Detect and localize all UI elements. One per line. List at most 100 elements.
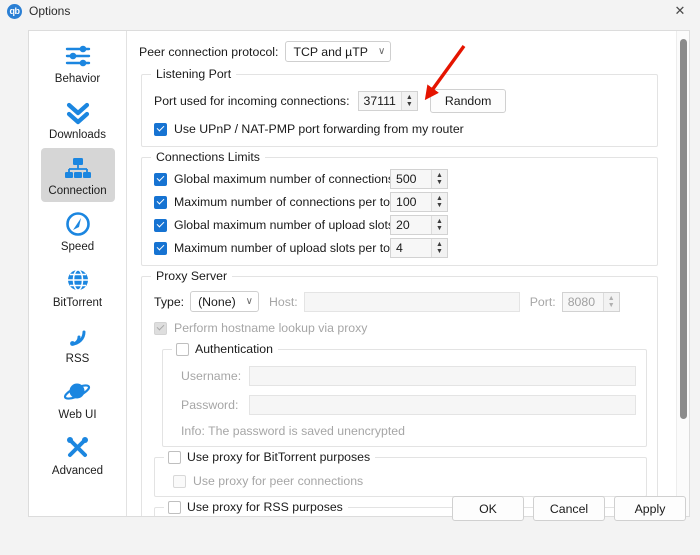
hostname-lookup-label: Perform hostname lookup via proxy — [174, 321, 368, 335]
sidebar-item-speed[interactable]: Speed — [41, 204, 115, 258]
title-bar: qb Options ✕ — [0, 0, 700, 22]
arrow-up-icon[interactable]: ▲ — [406, 94, 413, 101]
sidebar-item-label: Advanced — [51, 465, 104, 477]
speedometer-icon — [41, 209, 115, 239]
stepper-arrows[interactable]: ▲ ▼ — [602, 292, 619, 311]
sidebar-item-label: Web UI — [58, 409, 97, 421]
max-connections-per-torrent-stepper[interactable]: 100 ▲ ▼ — [390, 192, 448, 212]
authentication-checkbox[interactable] — [176, 342, 189, 356]
proxy-bittorrent-checkbox[interactable] — [168, 450, 181, 464]
proxy-type-select[interactable]: (None) ∨ — [190, 291, 259, 312]
sidebar-item-bittorrent[interactable]: BitTorrent — [41, 260, 115, 314]
username-input[interactable] — [249, 366, 636, 386]
sidebar-item-label: Connection — [48, 185, 107, 197]
cancel-button[interactable]: Cancel — [533, 496, 605, 521]
sidebar-item-webui[interactable]: Web UI — [41, 372, 115, 426]
scrollbar-thumb[interactable] — [680, 39, 687, 419]
hostname-lookup-checkbox[interactable] — [154, 321, 167, 335]
max-connections-per-torrent-checkbox[interactable] — [154, 195, 167, 209]
password-info-text: Info: The password is saved unencrypted — [181, 424, 405, 438]
hostname-lookup-row[interactable]: Perform hostname lookup via proxy — [154, 321, 647, 335]
arrow-up-icon[interactable]: ▲ — [436, 172, 443, 179]
global-max-connections-checkbox[interactable] — [154, 172, 167, 186]
global-max-connections-stepper[interactable]: 500 ▲ ▼ — [390, 169, 448, 189]
planet-icon — [41, 377, 115, 407]
proxy-rss-title[interactable]: Use proxy for RSS purposes — [164, 500, 348, 514]
tools-icon — [41, 433, 115, 463]
arrow-up-icon[interactable]: ▲ — [436, 195, 443, 202]
vertical-scrollbar[interactable] — [676, 31, 689, 516]
proxy-peer-connections-checkbox[interactable] — [173, 474, 186, 488]
proxy-bittorrent-title[interactable]: Use proxy for BitTorrent purposes — [164, 450, 376, 464]
stepper-arrows[interactable]: ▲ ▼ — [431, 170, 447, 188]
dialog-content: Behavior Downloads Connection Speed BitT… — [28, 30, 690, 517]
sidebar-item-downloads[interactable]: Downloads — [41, 92, 115, 146]
proxy-port-stepper[interactable]: 8080 ▲ ▼ — [561, 291, 620, 312]
proxy-port-label: Port: — [529, 294, 556, 309]
peer-protocol-label: Peer connection protocol: — [139, 44, 279, 59]
limit-row[interactable]: Maximum number of upload slots per torre… — [154, 238, 647, 258]
sidebar-item-behavior[interactable]: Behavior — [41, 36, 115, 90]
limit-row[interactable]: Maximum number of connections per torren… — [154, 192, 647, 212]
proxy-port-value[interactable]: 8080 — [562, 292, 603, 311]
proxy-type-row: Type: (None) ∨ Host: Port: 8080 ▲ ▼ — [154, 291, 647, 312]
proxy-peer-connections-row[interactable]: Use proxy for peer connections — [173, 474, 636, 488]
chevron-down-icon: ∨ — [377, 46, 386, 57]
arrow-up-icon[interactable]: ▲ — [436, 241, 443, 248]
close-icon[interactable]: ✕ — [660, 0, 700, 22]
max-connections-per-torrent-value[interactable]: 100 — [391, 193, 431, 211]
sidebar-item-rss[interactable]: RSS — [41, 316, 115, 370]
max-upload-slots-per-torrent-value[interactable]: 4 — [391, 239, 431, 257]
max-upload-slots-per-torrent-checkbox[interactable] — [154, 241, 167, 255]
global-max-upload-slots-checkbox[interactable] — [154, 218, 167, 232]
authentication-title[interactable]: Authentication — [172, 342, 278, 356]
connections-limits-group: Connections Limits Global maximum number… — [141, 150, 658, 266]
stepper-arrows[interactable]: ▲ ▼ — [431, 216, 447, 234]
arrow-down-icon[interactable]: ▼ — [436, 225, 443, 232]
arrow-down-icon[interactable]: ▼ — [436, 248, 443, 255]
ok-button[interactable]: OK — [452, 496, 524, 521]
connections-limits-title: Connections Limits — [151, 150, 265, 164]
arrow-down-icon[interactable]: ▼ — [436, 179, 443, 186]
proxy-server-group: Proxy Server Type: (None) ∨ Host: Port: … — [141, 269, 658, 516]
arrow-up-icon[interactable]: ▲ — [436, 218, 443, 225]
password-input[interactable] — [249, 395, 636, 415]
arrow-down-icon[interactable]: ▼ — [436, 202, 443, 209]
connection-settings-pane: Peer connection protocol: TCP and µTP ∨ … — [127, 31, 672, 516]
global-max-connections-label: Global maximum number of connections: — [174, 172, 398, 186]
arrow-down-icon[interactable]: ▼ — [608, 302, 615, 309]
global-max-upload-slots-stepper[interactable]: 20 ▲ ▼ — [390, 215, 448, 235]
proxy-host-input[interactable] — [303, 291, 520, 312]
upnp-checkbox[interactable] — [154, 122, 167, 136]
sidebar-item-label: Behavior — [54, 73, 101, 85]
authentication-group: Authentication Username: Password: Info:… — [162, 342, 647, 447]
stepper-arrows[interactable]: ▲ ▼ — [431, 193, 447, 211]
upnp-row[interactable]: Use UPnP / NAT-PMP port forwarding from … — [154, 122, 647, 136]
qbittorrent-logo-icon: qb — [7, 3, 22, 19]
proxy-host-label: Host: — [269, 294, 298, 309]
incoming-port-stepper[interactable]: 37111 ▲ ▼ — [357, 91, 418, 111]
arrow-down-icon[interactable]: ▼ — [406, 101, 413, 108]
sidebar-item-label: Speed — [60, 241, 95, 253]
peer-protocol-select[interactable]: TCP and µTP ∨ — [285, 41, 392, 62]
incoming-port-value[interactable]: 37111 — [358, 92, 401, 110]
arrow-up-icon[interactable]: ▲ — [608, 295, 615, 302]
listening-port-title: Listening Port — [151, 67, 237, 81]
global-max-connections-value[interactable]: 500 — [391, 170, 431, 188]
dialog-footer: OK Cancel Apply — [452, 496, 686, 521]
global-max-upload-slots-value[interactable]: 20 — [391, 216, 431, 234]
sidebar-item-connection[interactable]: Connection — [40, 148, 115, 202]
max-upload-slots-per-torrent-stepper[interactable]: 4 ▲ ▼ — [390, 238, 448, 258]
random-port-button[interactable]: Random — [429, 89, 507, 113]
proxy-rss-checkbox[interactable] — [168, 500, 181, 514]
apply-button[interactable]: Apply — [614, 496, 686, 521]
proxy-type-label: Type: — [154, 294, 185, 309]
limit-row[interactable]: Global maximum number of connections: 50… — [154, 169, 647, 189]
stepper-arrows[interactable]: ▲ ▼ — [431, 239, 447, 257]
double-chevron-down-icon — [41, 97, 115, 127]
settings-scroll-area: Peer connection protocol: TCP and µTP ∨ … — [127, 31, 689, 516]
incoming-port-label: Port used for incoming connections: — [154, 94, 350, 108]
limit-row[interactable]: Global maximum number of upload slots: 2… — [154, 215, 647, 235]
stepper-arrows[interactable]: ▲ ▼ — [400, 92, 417, 110]
sidebar-item-advanced[interactable]: Advanced — [41, 428, 115, 482]
